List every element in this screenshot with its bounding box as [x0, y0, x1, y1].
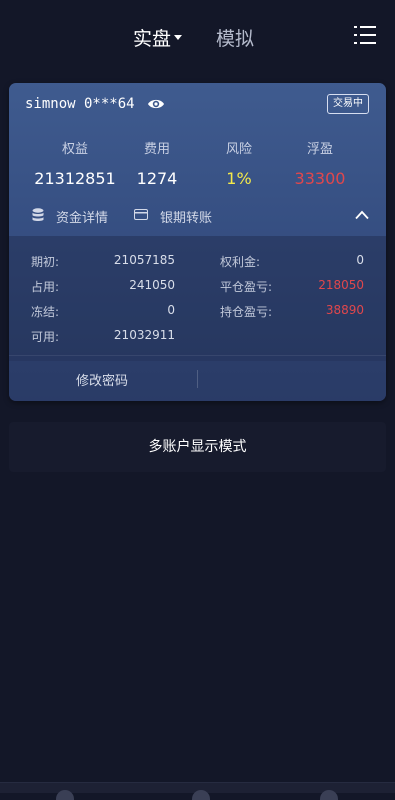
detail-value-frozen: 0	[167, 303, 175, 317]
stat-value: 1%	[226, 169, 252, 188]
vertical-divider	[197, 370, 198, 388]
list-menu-icon[interactable]	[354, 25, 376, 45]
stat-label: 权益	[61, 142, 88, 157]
stat-fees: 费用 1274	[121, 138, 193, 188]
change-password-button[interactable]: 修改密码	[59, 370, 145, 389]
chevron-up-icon[interactable]	[355, 210, 369, 220]
tab-simulation[interactable]: 模拟	[216, 24, 254, 51]
detail-value-premium: 0	[356, 253, 364, 267]
top-bar: 实盘 模拟	[0, 0, 395, 72]
card-icon	[134, 209, 148, 220]
trading-status-badge: 交易中	[327, 94, 369, 114]
account-card: simnow 0***64 交易中 权益 21312851 费用 1274 风险…	[9, 83, 386, 401]
multi-account-mode-button[interactable]: 多账户显示模式	[9, 422, 386, 472]
bottom-nav-bar	[0, 782, 395, 800]
stat-risk: 风险 1%	[203, 138, 275, 188]
stat-label: 风险	[225, 142, 252, 157]
bank-transfer-button[interactable]: 银期转账	[160, 207, 212, 226]
detail-value-available: 21032911	[113, 328, 175, 342]
detail-value-position-pnl: 38890	[325, 303, 364, 317]
dropdown-caret-icon	[174, 35, 183, 40]
stat-label: 浮盈	[306, 142, 333, 157]
stat-equity: 权益 21312851	[31, 138, 119, 188]
funds-detail-panel: 期初: 21057185 占用: 241050 冻结: 0 可用: 210329…	[9, 236, 386, 361]
tab-real-label: 实盘	[133, 28, 172, 50]
detail-label-initial: 期初:	[31, 255, 60, 269]
account-name: simnow 0***64	[25, 96, 135, 112]
nav-tab-icon[interactable]	[320, 790, 338, 800]
stat-label: 费用	[143, 142, 170, 157]
nav-tab-icon[interactable]	[56, 790, 74, 800]
detail-label-available: 可用:	[31, 330, 60, 344]
detail-value-close-pnl: 218050	[318, 278, 364, 292]
detail-label-frozen: 冻结:	[31, 305, 60, 319]
detail-value-occupied: 241050	[129, 278, 175, 292]
detail-label-position-pnl: 持仓盈亏:	[220, 305, 273, 319]
detail-label-premium: 权利金:	[220, 255, 261, 269]
detail-label-close-pnl: 平仓盈亏:	[220, 280, 273, 294]
card-bottom-actions: 修改密码	[9, 355, 386, 401]
stat-value: 1274	[136, 169, 178, 188]
database-icon	[32, 208, 44, 221]
funds-actions-row: 资金详情 银期转账	[9, 204, 386, 230]
stat-floating-profit: 浮盈 33300	[281, 138, 359, 188]
detail-label-occupied: 占用:	[31, 280, 60, 294]
funds-detail-button[interactable]: 资金详情	[56, 207, 108, 226]
tab-real-trading[interactable]: 实盘	[133, 24, 183, 51]
nav-tab-icon[interactable]	[192, 790, 210, 800]
eye-icon[interactable]	[147, 97, 165, 111]
stat-value: 33300	[294, 169, 346, 188]
detail-value-initial: 21057185	[113, 253, 175, 267]
stat-value: 21312851	[34, 169, 116, 188]
